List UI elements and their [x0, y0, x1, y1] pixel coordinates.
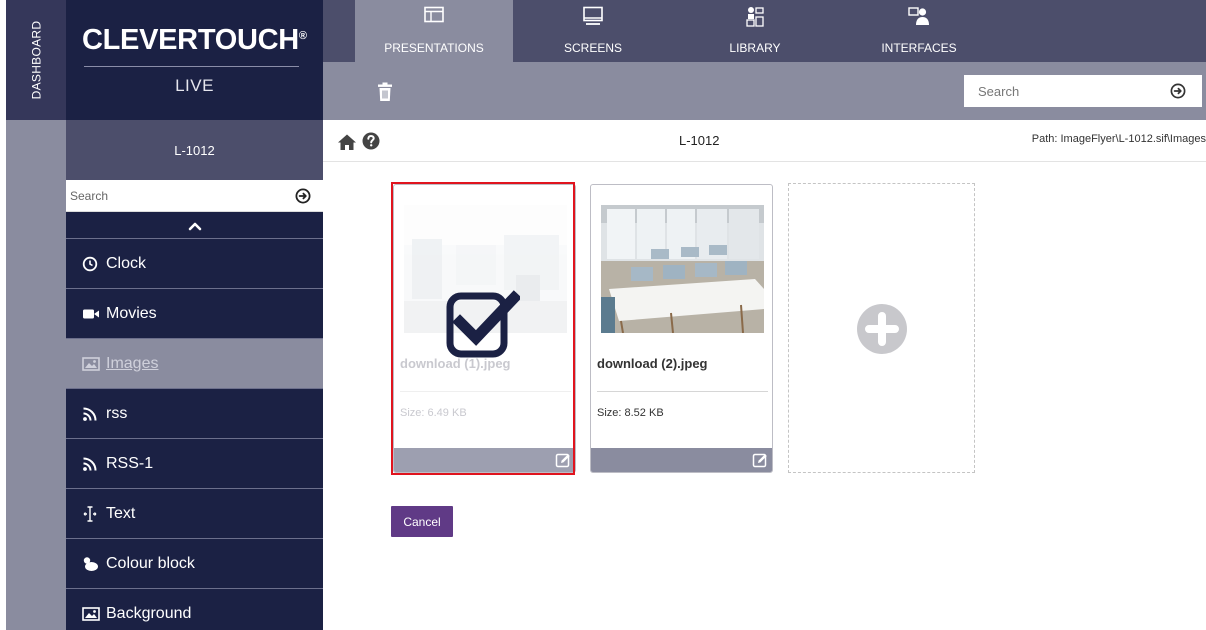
app-root: DASHBOARD CLEVERTOUCH® LIVE L-1012 Searc… [0, 0, 1206, 630]
search-box [964, 75, 1202, 107]
checkbox-checked-icon[interactable] [446, 286, 520, 360]
sidebar-item-colour-block[interactable]: Colour block [66, 538, 323, 588]
sidebar-item-clock[interactable]: Clock [66, 238, 323, 288]
sidebar-item-label: Colour block [106, 554, 195, 572]
sidebar-item-label: RSS-1 [106, 454, 154, 472]
sidebar-item-label: rss [106, 404, 128, 422]
video-camera-icon [82, 305, 102, 323]
card-footer [591, 448, 772, 472]
tab-label: INTERFACES [881, 41, 957, 55]
tab-screens[interactable]: SCREENS [513, 0, 673, 62]
tab-presentations[interactable]: PRESENTATIONS [355, 0, 513, 62]
sidebar-item-images[interactable]: Images [66, 338, 323, 388]
rss-icon [82, 455, 102, 473]
text-cursor-icon [82, 505, 102, 523]
tab-library[interactable]: LIBRARY [673, 0, 837, 62]
brand-sub: LIVE [175, 76, 214, 95]
sidebar-item-label: Clock [106, 254, 147, 272]
trash-icon[interactable] [377, 82, 393, 102]
file-size: Size: 8.52 KB [597, 407, 664, 419]
sidebar-item-label: Images [106, 354, 159, 372]
home-icon[interactable] [337, 133, 357, 151]
dashboard-strip-lower [6, 120, 66, 630]
cancel-button[interactable]: Cancel [391, 506, 453, 537]
sidebar-item-movies[interactable]: Movies [66, 288, 323, 338]
folder-path: Path: ImageFlyer\L-1012.sif\Images [1031, 133, 1206, 145]
interfaces-icon [837, 6, 1001, 34]
sidebar-item-text[interactable]: Text [66, 488, 323, 538]
file-size: Size: 6.49 KB [400, 407, 467, 419]
chevron-up-icon [188, 222, 201, 230]
top-nav: PRESENTATIONS SCREENS LIBRARY INTERFACES [323, 0, 1206, 62]
sidebar-item-background[interactable]: Background [66, 588, 323, 630]
brand-name: CLEVERTOUCH® [82, 24, 312, 57]
sidebar-search-input[interactable] [70, 185, 270, 207]
library-icon [673, 6, 837, 34]
clock-icon [82, 255, 102, 273]
edit-icon[interactable] [555, 452, 571, 468]
logo-divider [84, 66, 299, 67]
paint-bucket-icon [82, 555, 102, 573]
dashboard-label: DASHBOARD [29, 20, 43, 100]
registered-mark: ® [298, 30, 307, 42]
tab-label: PRESENTATIONS [384, 41, 484, 55]
edit-icon[interactable] [752, 452, 768, 468]
presentation-icon [355, 6, 513, 34]
page-title: L-1012 [679, 133, 720, 148]
card-footer [394, 448, 575, 472]
monitor-icon [513, 6, 673, 34]
file-name: download (2).jpeg [597, 356, 708, 371]
presentation-name[interactable]: L-1012 [66, 120, 323, 180]
search-go-icon[interactable] [1170, 83, 1186, 99]
tab-label: SCREENS [563, 41, 622, 55]
rss-icon [82, 405, 102, 423]
plus-circle-icon [857, 304, 907, 354]
image-icon [82, 605, 102, 623]
card-divider [597, 391, 768, 392]
breadcrumb: L-1012 Path: ImageFlyer\L-1012.sif\Image… [323, 120, 1206, 162]
sidebar-item-label: Movies [106, 304, 157, 322]
collapse-up-button[interactable] [66, 213, 323, 238]
search-input[interactable] [978, 81, 1148, 101]
logo[interactable]: CLEVERTOUCH® LIVE [66, 0, 323, 120]
widget-list: Clock Movies Images rss RSS-1 Text Colou… [66, 238, 323, 630]
file-card[interactable]: download (2).jpeg Size: 8.52 KB [590, 184, 773, 473]
brand-text: CLEVERTOUCH [82, 24, 299, 56]
help-icon[interactable] [362, 132, 380, 150]
sidebar-search-go-icon[interactable] [295, 188, 311, 204]
card-divider [400, 391, 571, 392]
add-file-tile[interactable] [788, 183, 975, 473]
thumbnail-image [601, 205, 764, 333]
sidebar-item-label: Text [106, 504, 136, 522]
sidebar-item-rss-1[interactable]: RSS-1 [66, 438, 323, 488]
image-icon [82, 355, 102, 373]
dashboard-tab[interactable]: DASHBOARD [6, 0, 66, 120]
sidebar-item-rss[interactable]: rss [66, 388, 323, 438]
sidebar-item-label: Background [106, 604, 192, 622]
tab-label: LIBRARY [729, 41, 781, 55]
sidebar: CLEVERTOUCH® LIVE L-1012 Clock [66, 0, 323, 630]
dashboard-strip: DASHBOARD [0, 0, 66, 630]
sidebar-search [66, 180, 323, 212]
toolbar [323, 62, 1206, 120]
tab-interfaces[interactable]: INTERFACES [837, 0, 1001, 62]
